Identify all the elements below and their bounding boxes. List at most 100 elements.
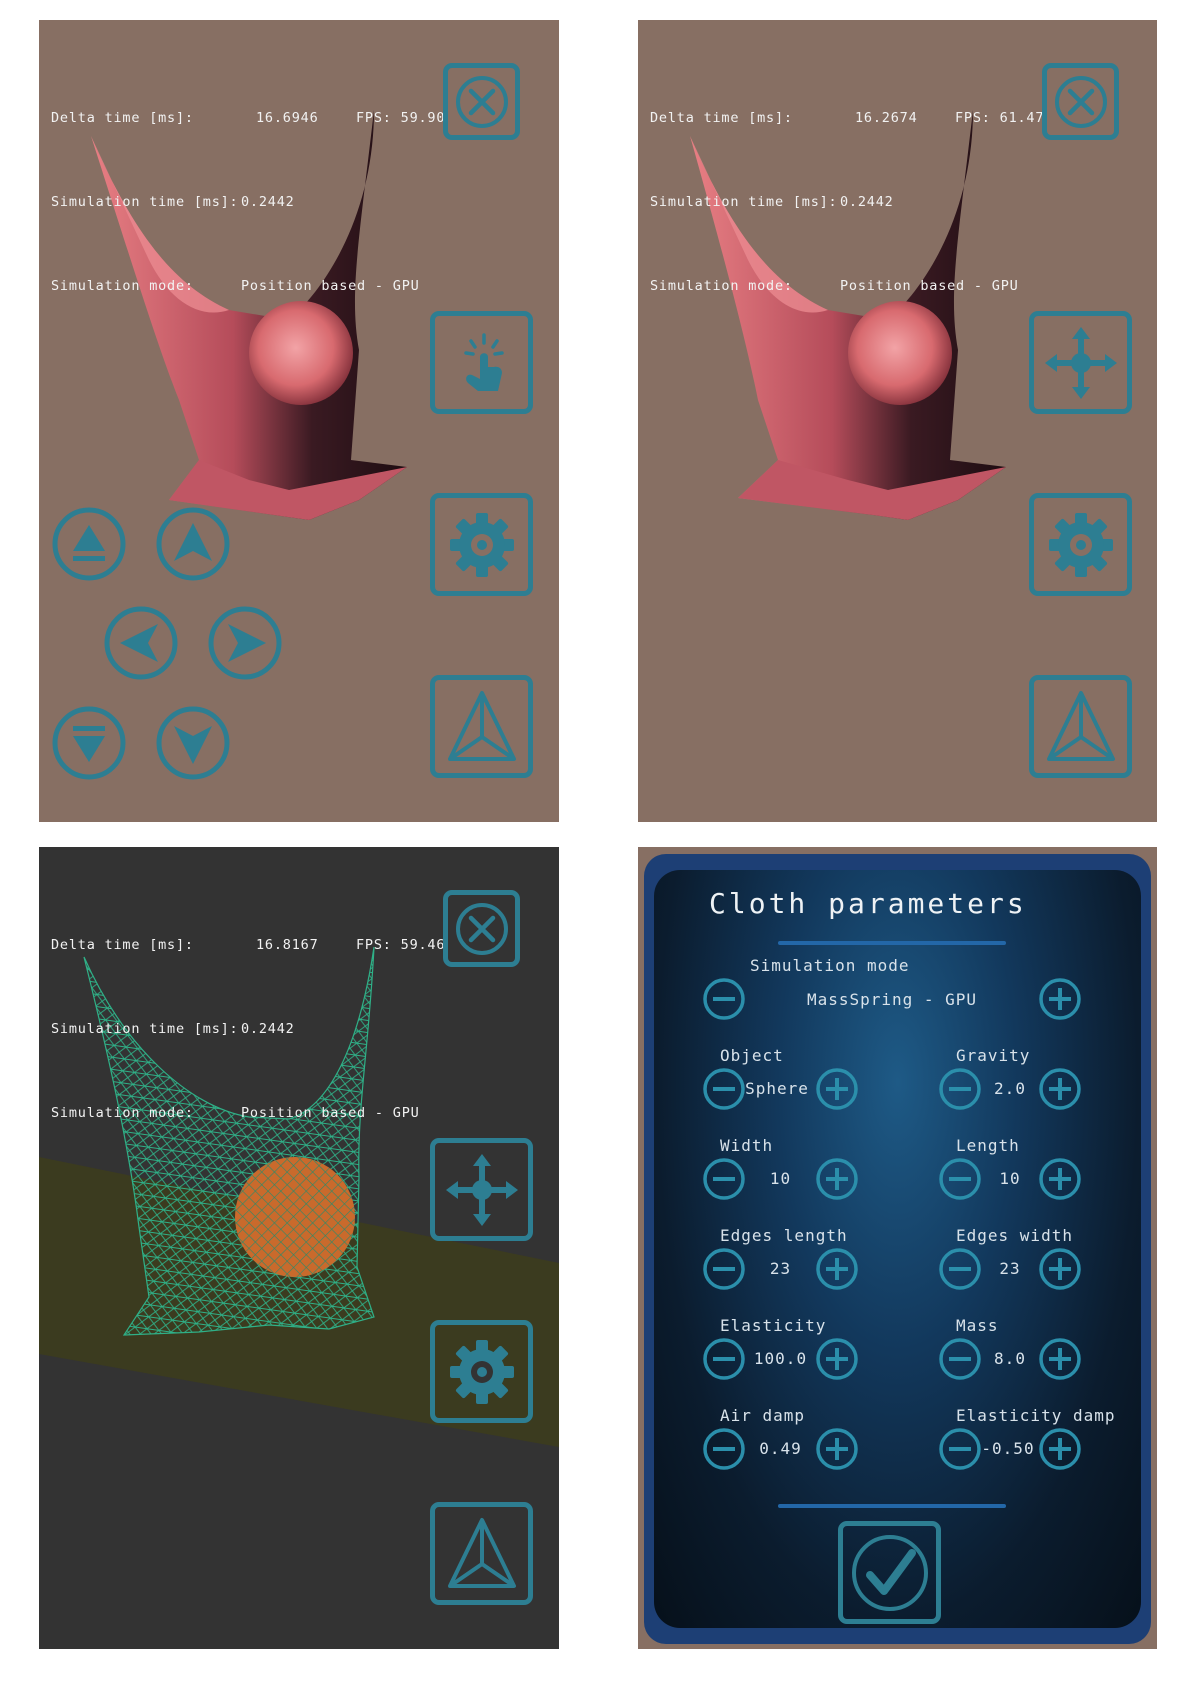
simulation-time-label: Simulation time [ms]:	[650, 194, 838, 210]
object-minus-button[interactable]	[702, 1067, 746, 1111]
edges-width-label: Edges width	[956, 1226, 1073, 1245]
viewport-shaded-touch[interactable]: Delta time [ms]: 16.6946 FPS: 59.90 Simula…	[39, 20, 559, 822]
length-value: 10	[999, 1169, 1021, 1188]
gravity-minus-button[interactable]	[938, 1067, 982, 1111]
arrow-right-button[interactable]	[208, 606, 282, 680]
simulation-time-value: 0.2442	[241, 194, 295, 210]
edges-width-minus-button[interactable]	[938, 1247, 982, 1291]
move-icon	[1044, 326, 1117, 399]
close-icon	[455, 902, 508, 955]
cloth-parameters-screen: Cloth parameters Simulation mode MassSpr…	[638, 847, 1157, 1649]
edges-width-plus-button[interactable]	[1038, 1247, 1082, 1291]
width-plus-button[interactable]	[815, 1157, 859, 1201]
elasticity-plus-button[interactable]	[815, 1337, 859, 1381]
eject-up-button[interactable]	[52, 507, 126, 581]
eject-down-button[interactable]	[52, 706, 126, 780]
stats-overlay: Delta time [ms]: 16.2674 FPS: 61.47 Simula…	[650, 48, 1044, 356]
simulation-mode-label: Simulation mode:	[51, 278, 194, 294]
viewport-wireframe[interactable]: Delta time [ms]: 16.8167 FPS: 59.46 Simula…	[39, 847, 559, 1649]
close-icon	[1054, 75, 1107, 128]
elasticity-minus-button[interactable]	[702, 1337, 746, 1381]
edges-length-minus-button[interactable]	[702, 1247, 746, 1291]
mass-plus-button[interactable]	[1038, 1337, 1082, 1381]
simulation-mode-value: Position based - GPU	[840, 278, 1019, 294]
delta-time-label: Delta time [ms]:	[51, 937, 194, 953]
simulation-mode-plus-button[interactable]	[1038, 977, 1082, 1021]
gravity-plus-button[interactable]	[1038, 1067, 1082, 1111]
arrow-up-button[interactable]	[156, 507, 230, 581]
simulation-mode-label: Simulation mode:	[650, 278, 793, 294]
arrow-down-button[interactable]	[156, 706, 230, 780]
settings-button[interactable]	[430, 1320, 533, 1423]
edges-length-plus-button[interactable]	[815, 1247, 859, 1291]
width-value: 10	[769, 1169, 792, 1188]
air-damp-value: 0.49	[759, 1439, 802, 1458]
title-divider	[778, 941, 1006, 945]
simulation-mode-label: Simulation mode	[750, 956, 910, 975]
gear-icon	[449, 512, 514, 577]
elasticity-damp-plus-button[interactable]	[1038, 1427, 1082, 1471]
gear-icon	[1048, 512, 1113, 577]
delta-time-label: Delta time [ms]:	[650, 110, 793, 126]
delta-time-label: Delta time [ms]:	[51, 110, 194, 126]
confirm-button[interactable]	[838, 1521, 941, 1624]
arrow-left-button[interactable]	[104, 606, 178, 680]
width-minus-button[interactable]	[702, 1157, 746, 1201]
fps-value: FPS: 59.46	[356, 937, 446, 953]
move-icon	[445, 1153, 518, 1226]
wireframe-toggle-button[interactable]	[430, 1502, 533, 1605]
delta-time-value: 16.6946	[256, 110, 319, 126]
wireframe-toggle-button[interactable]	[1029, 675, 1132, 778]
settings-button[interactable]	[430, 493, 533, 596]
simulation-time-value: 0.2442	[840, 194, 894, 210]
fps-value: FPS: 61.47	[955, 110, 1045, 126]
stats-overlay: Delta time [ms]: 16.8167 FPS: 59.46 Simula…	[51, 875, 445, 1183]
simulation-time-label: Simulation time [ms]:	[51, 1021, 239, 1037]
dialog-title: Cloth parameters	[709, 887, 1027, 920]
length-label: Length	[956, 1136, 1020, 1155]
simulation-mode-value: Position based - GPU	[241, 1105, 420, 1121]
close-button[interactable]	[443, 890, 520, 967]
air-damp-plus-button[interactable]	[815, 1427, 859, 1471]
gear-icon	[449, 1339, 514, 1404]
elasticity-damp-minus-button[interactable]	[938, 1427, 982, 1471]
touch-mode-button[interactable]	[430, 311, 533, 414]
wireframe-icon	[447, 690, 516, 761]
width-label: Width	[720, 1136, 774, 1155]
delta-time-value: 16.2674	[855, 110, 918, 126]
settings-button[interactable]	[1029, 493, 1132, 596]
object-value: Sphere	[745, 1079, 809, 1098]
simulation-time-value: 0.2442	[241, 1021, 295, 1037]
object-plus-button[interactable]	[815, 1067, 859, 1111]
gravity-value: 2.0	[994, 1079, 1026, 1098]
simulation-mode-value: Position based - GPU	[241, 278, 420, 294]
mass-minus-button[interactable]	[938, 1337, 982, 1381]
wireframe-toggle-button[interactable]	[430, 675, 533, 778]
edges-length-label: Edges length	[720, 1226, 848, 1245]
elasticity-damp-label: Elasticity damp	[956, 1406, 1116, 1425]
object-label: Object	[720, 1046, 784, 1065]
air-damp-minus-button[interactable]	[702, 1427, 746, 1471]
length-plus-button[interactable]	[1038, 1157, 1082, 1201]
checkmark-icon	[851, 1534, 928, 1611]
elasticity-value: 100.0	[753, 1349, 808, 1368]
edges-width-value: 23	[999, 1259, 1021, 1278]
length-minus-button[interactable]	[938, 1157, 982, 1201]
delta-time-value: 16.8167	[256, 937, 319, 953]
close-icon	[455, 75, 508, 128]
wireframe-icon	[447, 1517, 516, 1588]
close-button[interactable]	[443, 63, 520, 140]
mass-label: Mass	[956, 1316, 999, 1335]
move-mode-button[interactable]	[430, 1138, 533, 1241]
bottom-divider	[778, 1504, 1006, 1508]
move-mode-button[interactable]	[1029, 311, 1132, 414]
edges-length-value: 23	[769, 1259, 792, 1278]
simulation-mode-minus-button[interactable]	[702, 977, 746, 1021]
wireframe-icon	[1046, 690, 1115, 761]
viewport-shaded-move[interactable]: Delta time [ms]: 16.2674 FPS: 61.47 Simula…	[638, 20, 1157, 822]
simulation-mode-value: MassSpring - GPU	[806, 990, 978, 1009]
close-button[interactable]	[1042, 63, 1119, 140]
air-damp-label: Air damp	[720, 1406, 806, 1425]
stats-overlay: Delta time [ms]: 16.6946 FPS: 59.90 Simula…	[51, 48, 445, 356]
elasticity-label: Elasticity	[720, 1316, 827, 1335]
